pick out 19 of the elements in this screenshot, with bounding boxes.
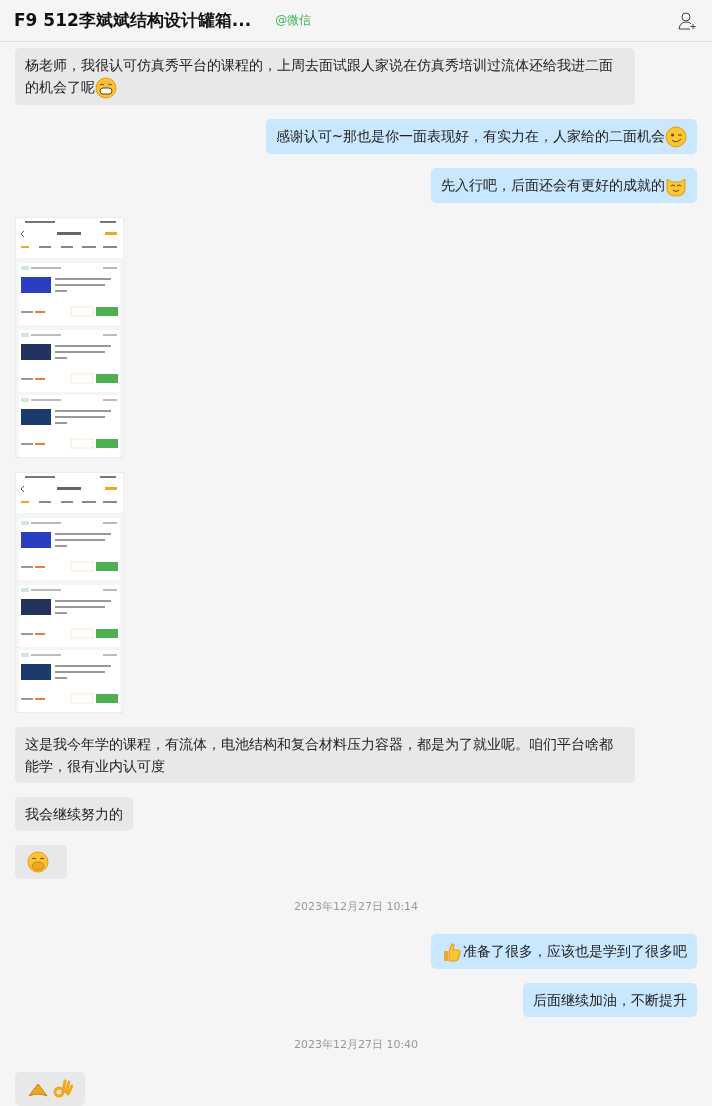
add-contact-icon[interactable] [678, 11, 698, 30]
chat-title: F9 512李斌斌结构设计罐箱... [14, 9, 252, 32]
cat-face-icon [665, 175, 687, 197]
winking-face-icon [665, 126, 687, 148]
source-label: @微信 [275, 12, 312, 29]
ok-hand-icon [51, 1078, 73, 1100]
message-bubble: 后面继续加油，不断提升 [523, 983, 697, 1017]
phone-screenshot-drawing[interactable] [15, 217, 124, 458]
grinning-face-icon [95, 77, 117, 99]
message-bubble: 杨老师，我很认可仿真秀平台的课程的，上周去面试跟人家说在仿真秀培训过流体还给我进二面的机会了呢 [15, 48, 635, 105]
thumbs-up-icon [441, 941, 463, 963]
message-bubble: 这是我今年学的课程，有流体，电池结构和复合材料压力容器，都是为了就业呢。咱们平台啥都能学，很有业内认可度 [15, 727, 635, 783]
message-bubble: 我会继续努力的 [15, 797, 133, 831]
timestamp: 2023年12月27日 10:40 [292, 1037, 420, 1053]
message-bubble: 先入行吧，后面还会有更好的成就的 [431, 168, 697, 203]
message-bubble: 感谢认可~那也是你一面表现好，有实力在，人家给的二面机会 [265, 119, 697, 154]
message-bubble: 准备了很多，应该也是学到了很多吧 [431, 934, 697, 969]
phone-screenshot-drawing[interactable] [15, 472, 124, 713]
timestamp: 2023年12月27日 10:14 [292, 899, 420, 915]
